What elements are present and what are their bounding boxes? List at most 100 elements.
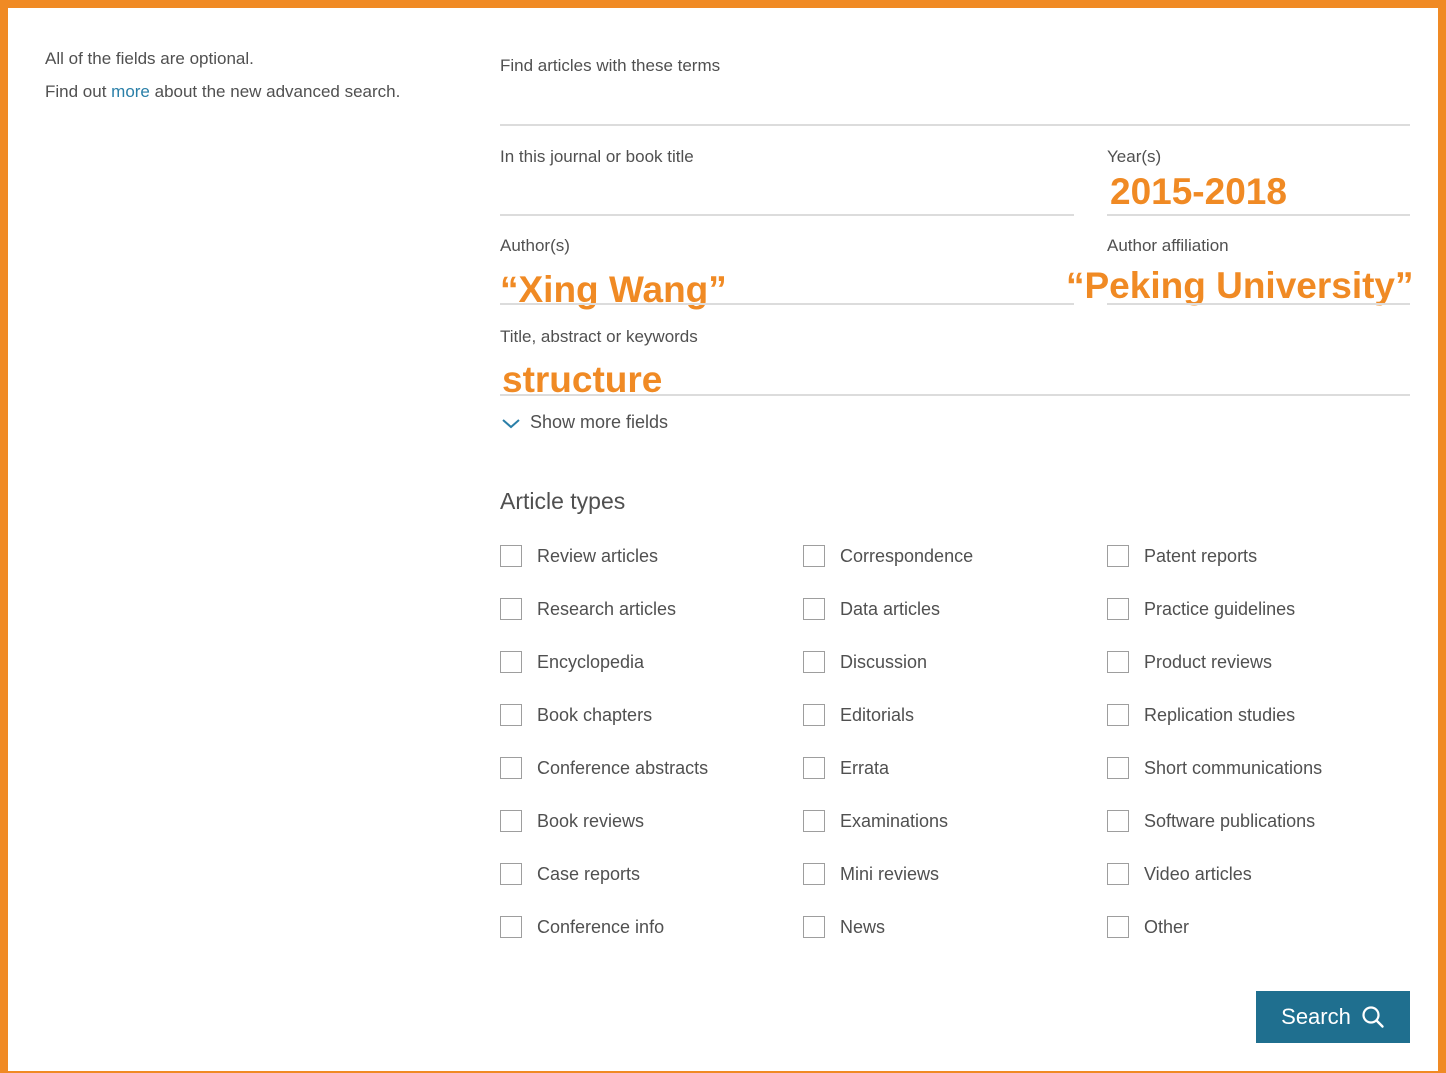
article-type-checkbox[interactable] (1107, 810, 1129, 832)
article-type-label: Software publications (1144, 810, 1316, 831)
article-type-checkbox[interactable] (500, 545, 522, 567)
more-link[interactable]: more (111, 82, 150, 101)
article-type-option[interactable]: Mini reviews (803, 863, 939, 885)
article-type-option[interactable]: Editorials (803, 704, 914, 726)
article-type-option[interactable]: Discussion (803, 651, 927, 673)
article-type-checkbox[interactable] (500, 598, 522, 620)
article-type-checkbox[interactable] (803, 545, 825, 567)
years-label: Year(s) (1107, 147, 1162, 166)
article-type-label: Research articles (537, 598, 677, 619)
article-type-checkbox[interactable] (803, 757, 825, 779)
keywords-label: Title, abstract or keywords (500, 327, 698, 346)
article-type-label: News (840, 916, 886, 937)
affiliation-input[interactable]: “Peking University” (1066, 264, 1414, 308)
article-type-label: Editorials (840, 704, 915, 725)
article-type-label: Conference abstracts (537, 757, 709, 778)
article-type-option[interactable]: Video articles (1107, 863, 1252, 885)
article-type-label: Replication studies (1144, 704, 1296, 725)
affiliation-label: Author affiliation (1107, 236, 1229, 255)
article-type-option[interactable]: Correspondence (803, 545, 973, 567)
article-type-option[interactable]: Patent reports (1107, 545, 1257, 567)
article-type-option[interactable]: Examinations (803, 810, 948, 832)
article-type-option[interactable]: Book chapters (500, 704, 652, 726)
article-type-label: Video articles (1144, 863, 1252, 884)
article-type-label: Other (1144, 916, 1190, 937)
article-type-label: Review articles (537, 545, 659, 566)
article-type-checkbox[interactable] (1107, 863, 1129, 885)
article-type-checkbox[interactable] (803, 863, 825, 885)
journal-label: In this journal or book title (500, 147, 694, 166)
article-type-checkbox[interactable] (803, 651, 825, 673)
article-type-checkbox[interactable] (803, 598, 825, 620)
article-type-checkbox[interactable] (1107, 598, 1129, 620)
article-type-option[interactable]: Replication studies (1107, 704, 1295, 726)
annotation-frame (0, 0, 1446, 1073)
article-type-label: Mini reviews (840, 863, 940, 884)
article-type-label: Case reports (537, 863, 641, 884)
article-type-checkbox[interactable] (500, 916, 522, 938)
note-suffix: about the new advanced search. (149, 82, 401, 101)
authors-input[interactable]: “Xing Wang” (500, 268, 727, 312)
journal-underline (500, 214, 1074, 216)
article-type-checkbox[interactable] (803, 810, 825, 832)
article-type-checkbox[interactable] (1107, 704, 1129, 726)
article-type-label: Errata (840, 757, 890, 778)
article-type-checkbox[interactable] (500, 757, 522, 779)
article-type-option[interactable]: Review articles (500, 545, 658, 567)
article-type-checkbox[interactable] (1107, 757, 1129, 779)
article-type-checkbox[interactable] (1107, 651, 1129, 673)
article-type-option[interactable]: Data articles (803, 598, 940, 620)
article-type-checkbox[interactable] (1107, 545, 1129, 567)
article-type-label: Book reviews (537, 810, 645, 831)
article-type-label: Conference info (537, 916, 665, 937)
article-type-label: Discussion (840, 651, 928, 672)
search-button[interactable]: Search (1256, 991, 1410, 1043)
article-type-label: Product reviews (1144, 651, 1273, 672)
article-type-label: Correspondence (840, 545, 974, 566)
article-type-option[interactable]: Errata (803, 757, 889, 779)
article-type-checkbox[interactable] (803, 704, 825, 726)
article-type-label: Patent reports (1144, 545, 1258, 566)
article-type-label: Data articles (840, 598, 941, 619)
article-type-checkbox[interactable] (500, 810, 522, 832)
article-type-option[interactable]: Conference info (500, 916, 664, 938)
article-type-option[interactable]: Conference abstracts (500, 757, 708, 779)
terms-underline (500, 124, 1410, 126)
article-type-checkbox[interactable] (500, 863, 522, 885)
article-type-label: Examinations (840, 810, 949, 831)
article-type-checkbox[interactable] (500, 704, 522, 726)
show-more-fields[interactable]: Show more fields (500, 412, 668, 433)
article-type-checkbox[interactable] (803, 916, 825, 938)
terms-input[interactable] (500, 80, 1410, 124)
article-type-option[interactable]: Research articles (500, 598, 676, 620)
journal-input[interactable] (500, 170, 1074, 214)
article-type-option[interactable]: Short communications (1107, 757, 1322, 779)
note-prefix: Find out (45, 82, 112, 101)
article-type-label: Practice guidelines (1144, 598, 1296, 619)
search-icon (1362, 1006, 1384, 1028)
article-type-option[interactable]: Other (1107, 916, 1189, 938)
article-type-checkbox[interactable] (1107, 916, 1129, 938)
article-type-option[interactable]: News (803, 916, 885, 938)
years-underline (1107, 214, 1410, 216)
article-type-checkbox[interactable] (500, 651, 522, 673)
article-type-label: Short communications (1144, 757, 1323, 778)
article-type-option[interactable]: Encyclopedia (500, 651, 644, 673)
advanced-search-note: Find out more about the new advanced sea… (45, 82, 400, 102)
years-input[interactable]: 2015-2018 (1110, 170, 1287, 214)
authors-label: Author(s) (500, 236, 570, 255)
article-type-option[interactable]: Case reports (500, 863, 640, 885)
article-type-label: Book chapters (537, 704, 653, 725)
chevron-down-icon (502, 419, 520, 429)
show-more-label: Show more fields (530, 412, 669, 432)
affiliation-underline (1107, 303, 1410, 305)
search-button-label: Search (1281, 1004, 1351, 1029)
article-type-option[interactable]: Practice guidelines (1107, 598, 1295, 620)
article-type-option[interactable]: Software publications (1107, 810, 1315, 832)
article-types-heading: Article types (500, 488, 626, 514)
authors-underline (500, 303, 1074, 305)
article-type-option[interactable]: Product reviews (1107, 651, 1272, 673)
article-type-label: Encyclopedia (537, 651, 645, 672)
article-type-option[interactable]: Book reviews (500, 810, 644, 832)
keywords-underline (500, 394, 1410, 396)
